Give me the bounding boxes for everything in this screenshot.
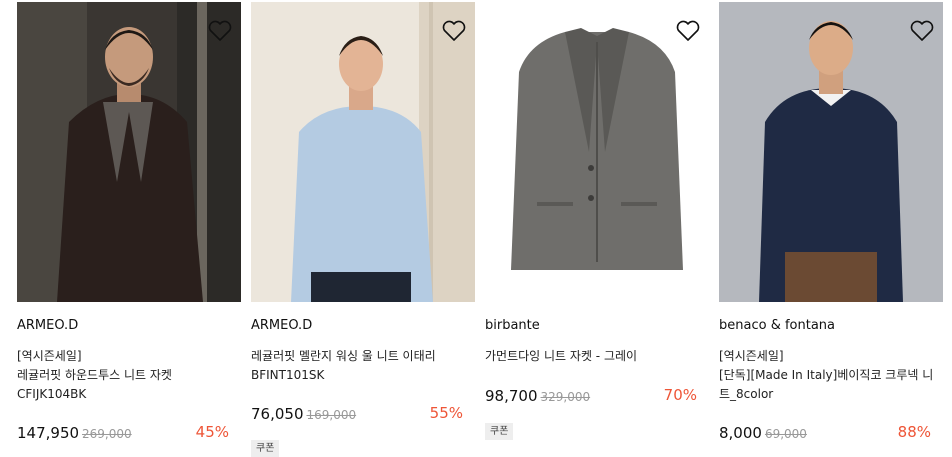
sale-price: 147,950: [17, 424, 80, 442]
product-tag: [역시즌세일]: [719, 349, 784, 363]
discount-rate: 70%: [663, 386, 697, 404]
heart-icon[interactable]: [675, 19, 701, 43]
heart-icon[interactable]: [909, 19, 935, 43]
product-image[interactable]: [719, 2, 943, 302]
coupon-badge: 쿠폰: [251, 440, 280, 457]
product-title[interactable]: [역시즌세일] 레귤러핏 하운드투스 니트 자켓 CFIJK104BK: [17, 347, 241, 404]
product-image[interactable]: [485, 2, 709, 302]
product-brand[interactable]: ARMEO.D: [17, 318, 78, 333]
product-brand[interactable]: birbante: [485, 318, 540, 333]
price-row: 147,950 269,000 45%: [17, 423, 241, 445]
heart-icon[interactable]: [441, 19, 467, 43]
product-grid: ARMEO.D [역시즌세일] 레귤러핏 하운드투스 니트 자켓 CFIJK10…: [0, 0, 952, 457]
product-image[interactable]: [251, 2, 475, 302]
product-brand[interactable]: benaco & fontana: [719, 318, 835, 333]
sale-price: 76,050: [251, 405, 304, 423]
product-title[interactable]: 가먼트다잉 니트 자켓 - 그레이: [485, 347, 709, 366]
original-price: 269,000: [82, 427, 132, 441]
product-card[interactable]: birbante 가먼트다잉 니트 자켓 - 그레이 98,700 329,000…: [485, 0, 709, 456]
product-name: 레귤러핏 멜란지 워싱 울 니트 이태리 BFINT101SK: [251, 349, 436, 382]
coupon-badge: 쿠폰: [485, 423, 514, 440]
product-title[interactable]: 레귤러핏 멜란지 워싱 울 니트 이태리 BFINT101SK: [251, 347, 475, 385]
price-row: 76,050 169,000 55%: [251, 404, 475, 426]
product-card[interactable]: ARMEO.D 레귤러핏 멜란지 워싱 울 니트 이태리 BFINT101SK …: [251, 0, 475, 457]
product-image[interactable]: [17, 2, 241, 302]
product-name: [단독][Made In Italy]베이직코 크루넥 니트_8color: [719, 368, 934, 401]
product-name: 레귤러핏 하운드투스 니트 자켓 CFIJK104BK: [17, 368, 172, 401]
discount-rate: 45%: [195, 423, 229, 441]
product-name: 가먼트다잉 니트 자켓 - 그레이: [485, 349, 638, 363]
product-card[interactable]: benaco & fontana [역시즌세일] [단독][Made In It…: [719, 0, 943, 456]
product-tag: [역시즌세일]: [17, 349, 82, 363]
product-card[interactable]: ARMEO.D [역시즌세일] 레귤러핏 하운드투스 니트 자켓 CFIJK10…: [17, 0, 241, 456]
sale-price: 98,700: [485, 387, 538, 405]
product-brand[interactable]: ARMEO.D: [251, 318, 312, 333]
original-price: 169,000: [306, 408, 357, 422]
discount-rate: 55%: [429, 404, 463, 422]
product-title[interactable]: [역시즌세일] [단독][Made In Italy]베이직코 크루넥 니트_8…: [719, 347, 943, 404]
original-price: 329,000: [540, 390, 591, 404]
price-row: 98,700 329,000 70%: [485, 386, 709, 408]
original-price: 69,000: [764, 427, 807, 441]
discount-rate: 88%: [897, 423, 931, 441]
price-row: 8,000 69,000 88%: [719, 423, 943, 445]
sale-price: 8,000: [719, 424, 762, 442]
heart-icon[interactable]: [207, 19, 233, 43]
